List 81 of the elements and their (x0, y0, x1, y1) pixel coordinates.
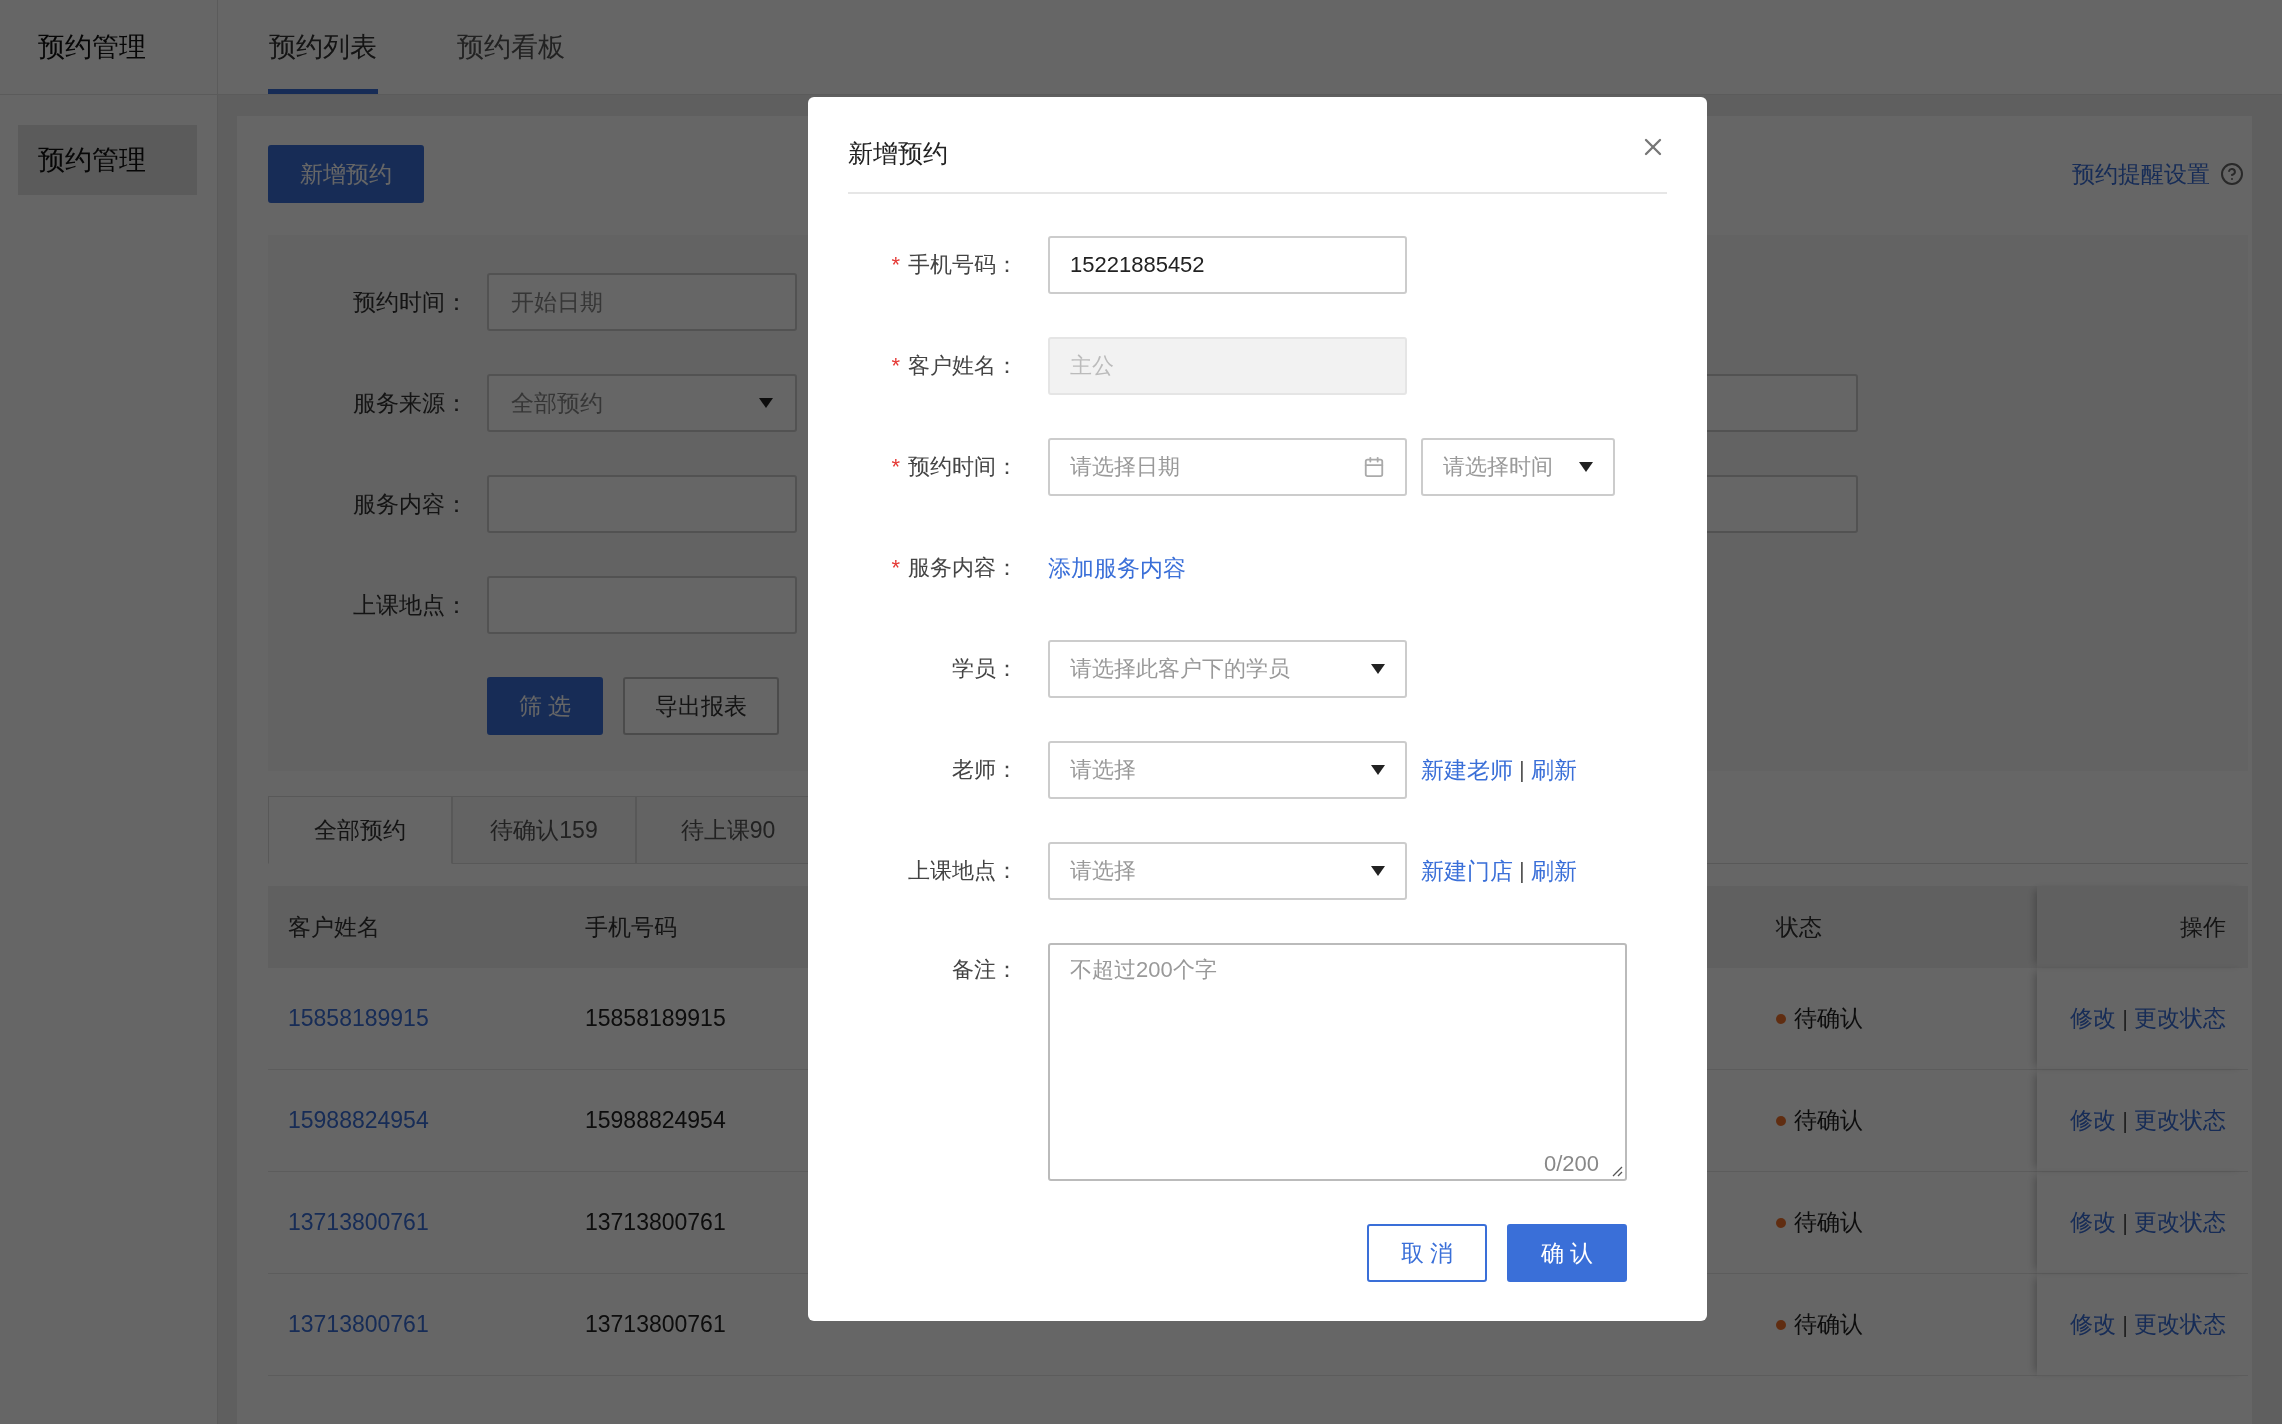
required-mark: * (891, 454, 900, 480)
status-dot (1776, 1319, 1786, 1330)
add-button[interactable]: 新增预约 (268, 145, 424, 203)
field-label: 上课地点： (908, 857, 1018, 885)
textarea-field[interactable]: 不超过200个字 0/200 (1048, 943, 1627, 1181)
separator: | (2122, 1311, 2128, 1338)
link[interactable]: 新建门店 (1421, 855, 1513, 887)
field-label: 服务内容： (908, 554, 1018, 582)
dialog-title: 新增预约 (848, 138, 948, 169)
tab[interactable]: 预约看板 (456, 0, 566, 94)
status-text: 待确认 (1794, 1310, 1863, 1339)
required-mark: * (891, 555, 900, 581)
char-counter: 0/200 (1543, 1151, 1599, 1177)
link[interactable]: 刷新 (1530, 754, 1577, 786)
link[interactable]: 新建老师 (1421, 754, 1513, 786)
status-text: 待确认 (1794, 1208, 1863, 1237)
table-link[interactable]: 13713800761 (288, 1311, 429, 1338)
filter-button[interactable]: 导出报表 (623, 677, 780, 735)
link[interactable]: 修改 (2070, 1105, 2117, 1136)
help-icon[interactable] (2220, 162, 2244, 186)
table-link[interactable]: 15988824954 (288, 1107, 429, 1134)
field-label: 手机号码： (908, 251, 1018, 279)
field-label: 备注： (952, 956, 1018, 984)
calendar-icon (1363, 456, 1385, 478)
table-cell: 13713800761 (585, 1311, 726, 1338)
link[interactable]: 修改 (2070, 1309, 2117, 1340)
select-field[interactable]: 请选择 (1048, 842, 1407, 900)
cancel-button[interactable]: 取 消 (1367, 1224, 1487, 1282)
status-text: 待确认 (1794, 1106, 1863, 1135)
required-mark: * (891, 353, 900, 379)
status-tab[interactable]: 待确认159 (452, 796, 636, 864)
table-cell: 13713800761 (585, 1209, 726, 1236)
caret-icon (1579, 462, 1593, 472)
table-cell: 15988824954 (585, 1107, 726, 1134)
table-cell: 15858189915 (585, 1005, 726, 1032)
field-label: 预约时间： (908, 453, 1018, 481)
filter-button[interactable]: 筛 选 (487, 677, 604, 735)
link[interactable]: 更改状态 (2134, 1003, 2226, 1034)
separator: | (2122, 1209, 2128, 1236)
column-header: 状态 (1756, 886, 2037, 968)
reminder-settings-link[interactable]: 预约提醒设置 (2072, 158, 2210, 190)
separator: | (2122, 1107, 2128, 1134)
separator: | (1519, 757, 1525, 783)
link[interactable]: 更改状态 (2134, 1105, 2226, 1136)
link[interactable]: 修改 (2070, 1207, 2117, 1238)
column-header: 客户姓名 (268, 886, 565, 968)
field-label: 预约时间： (352, 287, 468, 317)
date-field[interactable]: 请选择日期 (1048, 438, 1407, 496)
time-select[interactable]: 请选择时间 (1421, 438, 1615, 496)
link[interactable]: 更改状态 (2134, 1207, 2226, 1238)
field-label: 学员： (952, 655, 1018, 683)
caret-icon (1371, 664, 1385, 674)
required-mark: * (891, 252, 900, 278)
field-label: 老师： (952, 756, 1018, 784)
field-label: 服务内容： (352, 489, 468, 519)
table-link[interactable]: 13713800761 (288, 1209, 429, 1236)
status-dot (1776, 1115, 1786, 1126)
column-header: 操作 (2037, 886, 2248, 968)
field-label: 上课地点： (352, 590, 468, 620)
add-service-link[interactable]: 添加服务内容 (1048, 552, 1186, 584)
field-label: 服务来源： (352, 388, 468, 418)
status-tab[interactable]: 全部预约 (268, 796, 452, 864)
status-text: 待确认 (1794, 1004, 1863, 1033)
input-field[interactable]: 15221885452 (1048, 236, 1407, 294)
status-dot (1776, 1217, 1786, 1228)
field-label: 客户姓名： (908, 352, 1018, 380)
separator: | (2122, 1005, 2128, 1032)
caret-icon (759, 398, 773, 408)
separator: | (1519, 858, 1525, 884)
select-field[interactable]: 请选择 (1048, 741, 1407, 799)
caret-icon (1371, 765, 1385, 775)
table-link[interactable]: 15858189915 (288, 1005, 429, 1032)
confirm-button[interactable]: 确 认 (1507, 1224, 1627, 1282)
resize-handle-icon (1611, 1165, 1623, 1177)
link[interactable]: 刷新 (1530, 855, 1577, 887)
status-dot (1776, 1013, 1786, 1024)
link[interactable]: 更改状态 (2134, 1309, 2226, 1340)
link[interactable]: 修改 (2070, 1003, 2117, 1034)
sidebar-item[interactable]: 预约管理 (18, 125, 197, 195)
select-field[interactable]: 请选择此客户下的学员 (1048, 640, 1407, 698)
caret-icon (1371, 866, 1385, 876)
